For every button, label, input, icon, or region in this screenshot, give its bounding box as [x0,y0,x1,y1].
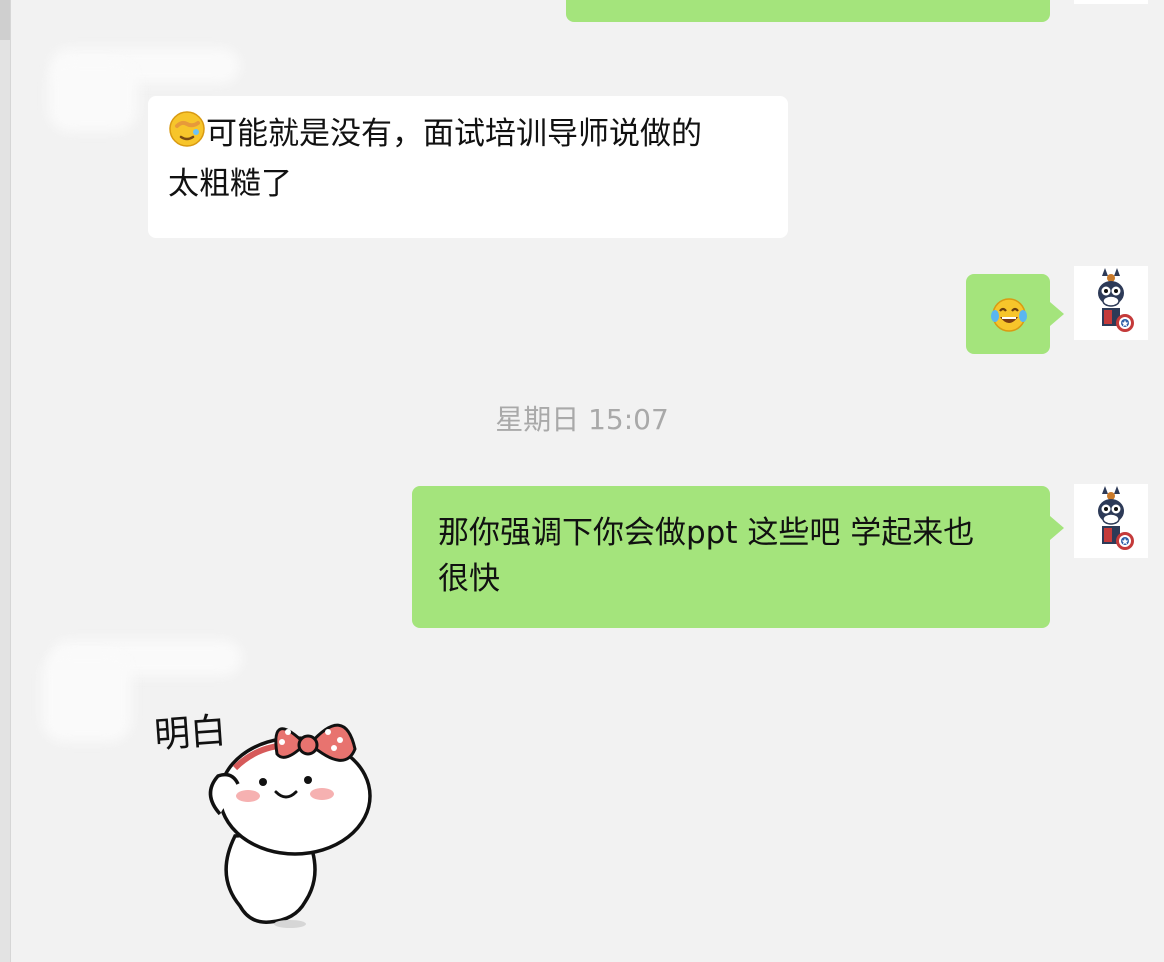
sticker-message[interactable]: 明白 [150,696,400,936]
message-text-line1: 那你强调下你会做ppt 这些吧 学起来也 [438,515,975,551]
my-avatar[interactable] [1074,484,1148,558]
chat-timestamp: 星期日 15:07 [495,403,669,436]
outgoing-emoji-bubble[interactable] [966,274,1050,354]
message-line: 可能就是没有，面试培训导师说做的 [168,110,768,161]
donkey-captain-avatar-icon [1098,268,1134,332]
bubble-tail [1050,516,1064,540]
message-text-line1: 可能就是没有，面试培训导师说做的 [206,116,702,152]
previous-outgoing-bubble[interactable] [566,0,1050,22]
my-avatar-partial[interactable] [1074,0,1148,4]
scrollbar-thumb[interactable] [0,0,10,40]
bubble-tail [1050,302,1064,326]
outgoing-message-bubble[interactable]: 那你强调下你会做ppt 这些吧 学起来也 很快 [412,486,1050,628]
blurred-sender-avatar [42,652,132,742]
facepalm-emoji-icon [168,110,206,161]
window-left-edge [0,0,11,962]
laughing-tears-emoji-icon [990,296,1028,347]
my-avatar[interactable] [1074,266,1148,340]
message-text-line2: 很快 [438,561,500,597]
donkey-captain-avatar-icon [1098,486,1134,550]
blurred-sender-avatar [48,60,138,132]
bow-girl-sticker-icon [208,723,372,928]
incoming-message-bubble[interactable]: 可能就是没有，面试培训导师说做的 太粗糙了 [148,96,788,238]
message-text-line2: 太粗糙了 [168,166,292,202]
